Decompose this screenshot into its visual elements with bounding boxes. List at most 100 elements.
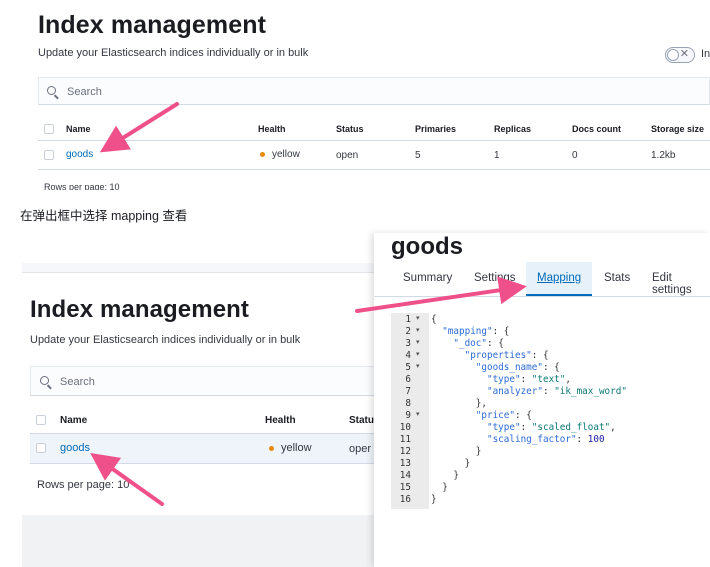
line-number: 6: [405, 374, 411, 385]
code-line: 14 }: [391, 470, 710, 482]
line-number: 14: [399, 470, 411, 481]
mapping-code-editor[interactable]: 1 ▾ {2 ▾ "mapping": { 3 ▾ "_doc": { 4 ▾ "proper…: [391, 313, 710, 513]
search-input[interactable]: Search: [30, 366, 390, 396]
status-value: oper: [349, 443, 372, 455]
fold-icon[interactable]: ▾: [416, 314, 420, 322]
fold-icon[interactable]: ▾: [416, 338, 420, 346]
fold-icon[interactable]: ▾: [416, 326, 420, 334]
select-all-checkbox[interactable]: [44, 124, 54, 134]
line-number: 10: [399, 422, 411, 433]
search-icon: [47, 86, 56, 95]
column-header-primaries[interactable]: Primaries: [415, 124, 456, 134]
code-line: 5 ▾ "goods_name": {: [391, 362, 710, 374]
include-toggle[interactable]: ✕: [665, 47, 695, 63]
column-header-status[interactable]: Statu: [349, 415, 374, 426]
tab-mapping[interactable]: Mapping: [526, 262, 592, 296]
search-input[interactable]: Search: [38, 77, 710, 105]
tab-settings[interactable]: Settings: [474, 272, 516, 284]
health-value: yellow: [272, 149, 300, 160]
table-row[interactable]: goods yellow oper: [30, 434, 390, 463]
rows-per-page[interactable]: Rows per page: 10: [37, 479, 129, 491]
replicas-value: 1: [494, 150, 500, 161]
fold-icon[interactable]: ▾: [416, 362, 420, 370]
health-dot-icon: [260, 152, 265, 157]
code-line: 4 ▾ "properties": {: [391, 350, 710, 362]
line-number: 4: [405, 350, 411, 361]
code-text: "_doc": {: [453, 338, 504, 349]
code-text: }: [464, 458, 471, 469]
rows-per-page[interactable]: Rows per page: 10: [44, 182, 120, 190]
line-number: 2: [405, 326, 411, 337]
line-number: 11: [399, 434, 411, 445]
tab-stats[interactable]: Stats: [604, 272, 630, 284]
code-text: "properties": {: [464, 350, 549, 361]
search-placeholder: Search: [60, 376, 95, 388]
table-row[interactable]: goods yellow open 5 1 0 1.2kb: [38, 141, 710, 169]
search-icon: [40, 376, 49, 385]
close-icon: ✕: [679, 48, 689, 60]
select-all-checkbox[interactable]: [36, 415, 46, 425]
code-line: 6 "type": "text",: [391, 374, 710, 386]
code-text: {: [431, 314, 437, 325]
code-line: 11 "scaling_factor": 100: [391, 434, 710, 446]
code-text: "goods_name": {: [475, 362, 560, 373]
code-line: 7 "analyzer": "ik_max_word": [391, 386, 710, 398]
status-value: open: [336, 150, 359, 161]
code-line: 3 ▾ "_doc": {: [391, 338, 710, 350]
code-text: }: [453, 470, 459, 481]
line-number: 15: [399, 482, 411, 493]
page-title: Index management: [38, 11, 267, 39]
fold-icon[interactable]: ▾: [416, 410, 420, 418]
column-header-name[interactable]: Name: [60, 415, 87, 426]
column-header-name[interactable]: Name: [66, 124, 91, 134]
column-header-health[interactable]: Health: [258, 124, 286, 134]
code-text: "type": "text",: [486, 374, 571, 385]
code-line: 12 }: [391, 446, 710, 458]
line-number: 13: [399, 458, 411, 469]
line-number: 12: [399, 446, 411, 457]
code-text: }: [475, 446, 482, 457]
index-name-link[interactable]: goods: [60, 442, 90, 454]
code-text: "type": "scaled_float",: [486, 422, 616, 433]
index-name-link[interactable]: goods: [66, 149, 93, 160]
bottom-left-screenshot: Index management Update your Elasticsear…: [22, 263, 390, 567]
code-line: 16}: [391, 494, 710, 506]
toggle-knob: [667, 49, 679, 61]
code-text: "price": {: [475, 410, 532, 421]
code-line: 8 },: [391, 398, 710, 410]
code-text: }: [442, 482, 448, 493]
code-line: 13 }: [391, 458, 710, 470]
search-placeholder: Search: [67, 86, 102, 98]
code-text: "scaling_factor": 100: [486, 434, 605, 445]
code-text: "mapping": {: [442, 326, 510, 337]
docs-count-value: 0: [572, 150, 578, 161]
row-checkbox[interactable]: [36, 443, 46, 453]
page-subtitle: Update your Elasticsearch indices indivi…: [38, 47, 309, 59]
row-divider: [30, 463, 390, 464]
column-header-replicas[interactable]: Replicas: [494, 124, 531, 134]
tab-summary[interactable]: Summary: [403, 272, 452, 284]
row-checkbox[interactable]: [44, 150, 54, 160]
column-header-storage-size[interactable]: Storage size: [651, 124, 704, 134]
line-number: 9: [405, 410, 411, 421]
primaries-value: 5: [415, 150, 421, 161]
fold-icon[interactable]: ▾: [416, 350, 420, 358]
line-number: 1: [405, 314, 411, 325]
code-line: 2 ▾ "mapping": {: [391, 326, 710, 338]
column-header-docs-count[interactable]: Docs count: [572, 124, 621, 134]
line-number: 7: [405, 386, 411, 397]
toggle-label: In: [701, 48, 710, 60]
column-header-health[interactable]: Health: [265, 415, 296, 426]
flyout-tabs: Summary Settings Mapping Stats Edit sett…: [374, 262, 710, 296]
caption-text: 在弹出框中选择 mapping 查看: [20, 209, 188, 223]
column-header-status[interactable]: Status: [336, 124, 364, 134]
top-screenshot: Index management Update your Elasticsear…: [0, 0, 710, 190]
tab-mapping-label: Mapping: [537, 272, 582, 284]
line-number: 3: [405, 338, 411, 349]
tab-edit-settings[interactable]: Edit settings: [652, 272, 710, 296]
line-number: 16: [399, 494, 411, 505]
header-strip: [22, 263, 390, 273]
flyout-title: goods: [391, 233, 463, 260]
tabs-divider: [374, 296, 710, 297]
health-dot-icon: [269, 446, 274, 451]
